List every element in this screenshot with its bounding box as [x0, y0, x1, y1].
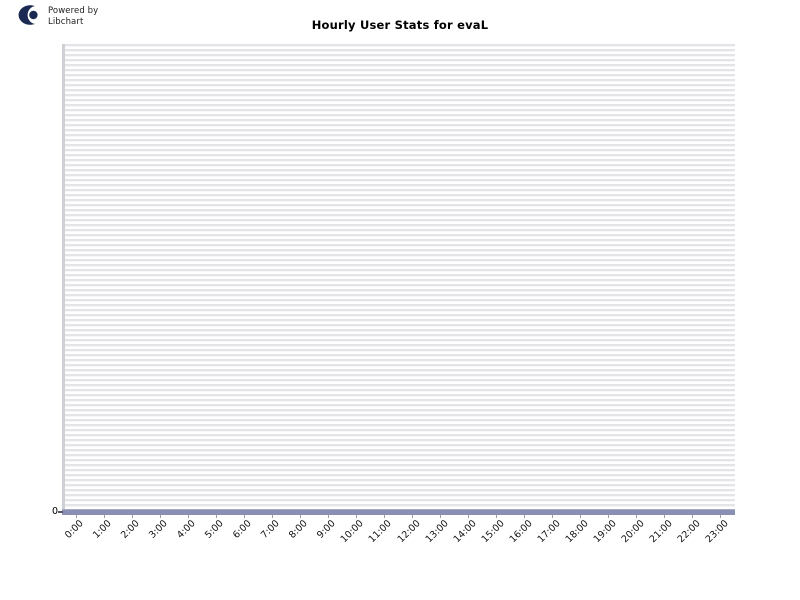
branding-line-1: Powered by	[48, 6, 99, 16]
x-axis-labels: 0:00 1:00 2:00 3:00 4:00 5:00 6:00 7:00 8:00 9:00…	[62, 518, 735, 578]
chart-title: Hourly User Stats for evaL	[311, 18, 489, 32]
bar-series-highlight-edge	[62, 509, 735, 510]
y-axis-line	[62, 44, 65, 514]
y-axis-tick-0	[58, 511, 63, 513]
chart-plot-wrapper	[62, 44, 735, 514]
y-axis-label-0: 0	[51, 506, 58, 517]
chart-plot-area	[62, 44, 735, 514]
